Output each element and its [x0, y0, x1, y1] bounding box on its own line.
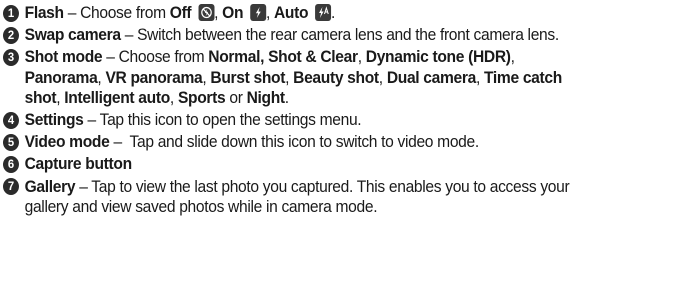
mode-time-catch-cont: shot	[24, 88, 57, 108]
item-number-2: 2	[3, 26, 19, 44]
list-item-settings: 4 Settings – Tap this icon to open the s…	[3, 110, 680, 131]
list-item-video-mode: 5 Video mode – Tap and slide down this i…	[3, 132, 680, 153]
item-text: – Tap to view the last photo you capture…	[75, 176, 570, 196]
separator: ,	[285, 67, 294, 87]
separator: ,	[475, 67, 485, 87]
mode-dual-camera: Dual camera	[386, 67, 476, 87]
separator: ,	[56, 88, 65, 108]
item-body: Gallery – Tap to view the last photo you…	[25, 177, 680, 218]
separator: ,	[202, 67, 211, 87]
mode-time-catch: Time catch	[484, 67, 562, 87]
mode-night: Night	[246, 88, 286, 108]
item-body: Capture button	[25, 154, 680, 175]
list-item-gallery: 7 Gallery – Tap to view the last photo y…	[3, 177, 680, 218]
separator: or	[225, 88, 247, 108]
item-text: – Choose from	[102, 47, 209, 67]
separator: ,	[214, 3, 223, 22]
option-on: On	[222, 3, 244, 22]
item-number-6: 6	[3, 155, 19, 173]
item-text: – Switch between the rear camera lens an…	[120, 25, 559, 45]
list-item-capture-button: 6 Capture button	[3, 154, 680, 175]
item-title: Swap camera	[24, 25, 121, 45]
item-title: Capture button	[24, 154, 133, 174]
item-text: – Tap and slide down this icon to switch…	[109, 132, 479, 152]
mode-normal-shot-clear: Normal, Shot & Clear	[208, 47, 358, 67]
flash-auto-icon	[315, 4, 331, 21]
end-punct: .	[330, 3, 335, 22]
item-number-4: 4	[3, 111, 19, 129]
mode-hdr: Dynamic tone (HDR)	[365, 47, 511, 67]
separator: ,	[169, 88, 178, 108]
mode-burst-shot: Burst shot	[210, 67, 286, 87]
end-punct: .	[284, 88, 289, 108]
separator: ,	[357, 47, 366, 67]
item-text: – Choose from	[63, 3, 170, 22]
item-number-1: 1	[3, 4, 19, 22]
item-text-cont: gallery and view saved photos while in c…	[24, 197, 378, 217]
option-auto: Auto	[273, 3, 309, 22]
mode-intelligent-auto: Intelligent auto	[64, 88, 170, 108]
mode-vr-panorama: VR panorama	[105, 67, 203, 87]
mode-sports: Sports	[177, 88, 226, 108]
list-item-shot-mode: 3 Shot mode – Choose from Normal, Shot &…	[3, 47, 680, 109]
item-title: Shot mode	[24, 47, 103, 67]
item-text: – Tap this icon to open the settings men…	[83, 110, 362, 130]
mode-panorama: Panorama	[24, 67, 98, 87]
item-title: Settings	[24, 110, 84, 130]
item-body: Flash – Choose from Off , On , Auto .	[25, 3, 680, 24]
item-body: Video mode – Tap and slide down this ico…	[25, 132, 680, 153]
item-body: Shot mode – Choose from Normal, Shot & C…	[25, 47, 680, 109]
item-number-5: 5	[3, 133, 19, 151]
item-title: Video mode	[24, 132, 110, 152]
separator: ,	[97, 67, 106, 87]
flash-off-icon	[198, 4, 215, 21]
list-item-flash: 1 Flash – Choose from Off , On , Auto .	[3, 3, 680, 24]
item-title: Gallery	[24, 176, 76, 196]
mode-beauty-shot: Beauty shot	[293, 67, 379, 87]
item-title: Flash	[24, 3, 64, 22]
item-body: Settings – Tap this icon to open the set…	[25, 110, 680, 131]
item-number-3: 3	[3, 48, 19, 66]
item-number-7: 7	[3, 178, 19, 196]
separator: ,	[510, 47, 515, 67]
flash-on-icon	[249, 4, 266, 21]
camera-options-list: 1 Flash – Choose from Off , On , Auto . …	[3, 3, 683, 218]
item-body: Swap camera – Switch between the rear ca…	[25, 25, 680, 46]
list-item-swap-camera: 2 Swap camera – Switch between the rear …	[3, 25, 680, 46]
option-off: Off	[169, 3, 192, 22]
